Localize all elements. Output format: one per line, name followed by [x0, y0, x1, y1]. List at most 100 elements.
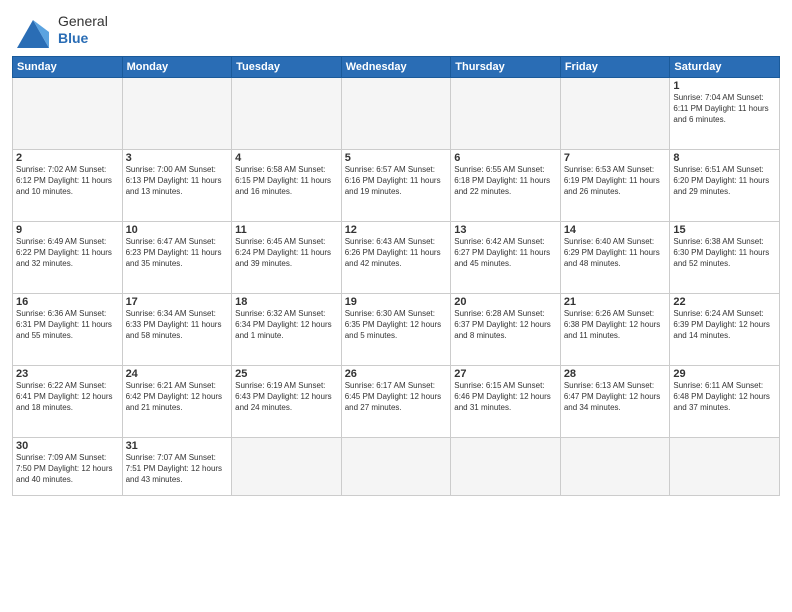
day-info: Sunrise: 6:58 AM Sunset: 6:15 PM Dayligh… [235, 165, 338, 197]
calendar-cell: 25Sunrise: 6:19 AM Sunset: 6:43 PM Dayli… [232, 366, 342, 438]
weekday-monday: Monday [122, 57, 232, 78]
day-number: 17 [126, 296, 229, 308]
weekday-wednesday: Wednesday [341, 57, 451, 78]
calendar-cell [560, 78, 670, 150]
calendar-cell [451, 438, 561, 496]
day-info: Sunrise: 6:36 AM Sunset: 6:31 PM Dayligh… [16, 309, 119, 341]
generalblue-icon [12, 10, 54, 50]
calendar-cell: 29Sunrise: 6:11 AM Sunset: 6:48 PM Dayli… [670, 366, 780, 438]
weekday-thursday: Thursday [451, 57, 561, 78]
day-number: 4 [235, 152, 338, 164]
calendar-cell: 5Sunrise: 6:57 AM Sunset: 6:16 PM Daylig… [341, 150, 451, 222]
day-number: 29 [673, 368, 776, 380]
calendar-cell: 19Sunrise: 6:30 AM Sunset: 6:35 PM Dayli… [341, 294, 451, 366]
day-info: Sunrise: 6:32 AM Sunset: 6:34 PM Dayligh… [235, 309, 338, 341]
calendar-cell: 2Sunrise: 7:02 AM Sunset: 6:12 PM Daylig… [13, 150, 123, 222]
weekday-saturday: Saturday [670, 57, 780, 78]
day-number: 2 [16, 152, 119, 164]
day-info: Sunrise: 6:34 AM Sunset: 6:33 PM Dayligh… [126, 309, 229, 341]
day-info: Sunrise: 7:09 AM Sunset: 7:50 PM Dayligh… [16, 453, 119, 485]
day-info: Sunrise: 6:53 AM Sunset: 6:19 PM Dayligh… [564, 165, 667, 197]
calendar-week-row: 30Sunrise: 7:09 AM Sunset: 7:50 PM Dayli… [13, 438, 780, 496]
calendar-week-row: 16Sunrise: 6:36 AM Sunset: 6:31 PM Dayli… [13, 294, 780, 366]
day-info: Sunrise: 6:24 AM Sunset: 6:39 PM Dayligh… [673, 309, 776, 341]
day-info: Sunrise: 6:30 AM Sunset: 6:35 PM Dayligh… [345, 309, 448, 341]
day-number: 16 [16, 296, 119, 308]
calendar-cell: 28Sunrise: 6:13 AM Sunset: 6:47 PM Dayli… [560, 366, 670, 438]
calendar-cell: 18Sunrise: 6:32 AM Sunset: 6:34 PM Dayli… [232, 294, 342, 366]
day-number: 9 [16, 224, 119, 236]
day-number: 24 [126, 368, 229, 380]
calendar-cell [670, 438, 780, 496]
calendar-cell: 20Sunrise: 6:28 AM Sunset: 6:37 PM Dayli… [451, 294, 561, 366]
day-number: 11 [235, 224, 338, 236]
calendar-cell: 12Sunrise: 6:43 AM Sunset: 6:26 PM Dayli… [341, 222, 451, 294]
calendar-cell: 6Sunrise: 6:55 AM Sunset: 6:18 PM Daylig… [451, 150, 561, 222]
calendar-cell: 23Sunrise: 6:22 AM Sunset: 6:41 PM Dayli… [13, 366, 123, 438]
calendar-cell: 17Sunrise: 6:34 AM Sunset: 6:33 PM Dayli… [122, 294, 232, 366]
day-number: 14 [564, 224, 667, 236]
calendar-cell [232, 438, 342, 496]
day-number: 31 [126, 440, 229, 452]
day-number: 27 [454, 368, 557, 380]
day-info: Sunrise: 6:28 AM Sunset: 6:37 PM Dayligh… [454, 309, 557, 341]
day-info: Sunrise: 6:22 AM Sunset: 6:41 PM Dayligh… [16, 381, 119, 413]
calendar-cell: 14Sunrise: 6:40 AM Sunset: 6:29 PM Dayli… [560, 222, 670, 294]
calendar-cell: 15Sunrise: 6:38 AM Sunset: 6:30 PM Dayli… [670, 222, 780, 294]
calendar-cell: 16Sunrise: 6:36 AM Sunset: 6:31 PM Dayli… [13, 294, 123, 366]
day-info: Sunrise: 6:21 AM Sunset: 6:42 PM Dayligh… [126, 381, 229, 413]
calendar-cell: 31Sunrise: 7:07 AM Sunset: 7:51 PM Dayli… [122, 438, 232, 496]
weekday-tuesday: Tuesday [232, 57, 342, 78]
calendar-cell [341, 438, 451, 496]
day-info: Sunrise: 6:55 AM Sunset: 6:18 PM Dayligh… [454, 165, 557, 197]
calendar-cell: 22Sunrise: 6:24 AM Sunset: 6:39 PM Dayli… [670, 294, 780, 366]
calendar-cell: 7Sunrise: 6:53 AM Sunset: 6:19 PM Daylig… [560, 150, 670, 222]
logo-general: General [58, 13, 108, 30]
calendar-cell [13, 78, 123, 150]
calendar-cell: 1Sunrise: 7:04 AM Sunset: 6:11 PM Daylig… [670, 78, 780, 150]
day-info: Sunrise: 6:40 AM Sunset: 6:29 PM Dayligh… [564, 237, 667, 269]
calendar-cell: 21Sunrise: 6:26 AM Sunset: 6:38 PM Dayli… [560, 294, 670, 366]
weekday-sunday: Sunday [13, 57, 123, 78]
day-number: 25 [235, 368, 338, 380]
day-info: Sunrise: 7:00 AM Sunset: 6:13 PM Dayligh… [126, 165, 229, 197]
calendar-cell: 9Sunrise: 6:49 AM Sunset: 6:22 PM Daylig… [13, 222, 123, 294]
day-number: 21 [564, 296, 667, 308]
day-number: 6 [454, 152, 557, 164]
calendar-week-row: 9Sunrise: 6:49 AM Sunset: 6:22 PM Daylig… [13, 222, 780, 294]
day-number: 19 [345, 296, 448, 308]
day-info: Sunrise: 6:43 AM Sunset: 6:26 PM Dayligh… [345, 237, 448, 269]
day-info: Sunrise: 6:45 AM Sunset: 6:24 PM Dayligh… [235, 237, 338, 269]
calendar-cell [232, 78, 342, 150]
calendar-cell [122, 78, 232, 150]
calendar-week-row: 23Sunrise: 6:22 AM Sunset: 6:41 PM Dayli… [13, 366, 780, 438]
day-number: 3 [126, 152, 229, 164]
calendar-cell: 30Sunrise: 7:09 AM Sunset: 7:50 PM Dayli… [13, 438, 123, 496]
day-info: Sunrise: 7:02 AM Sunset: 6:12 PM Dayligh… [16, 165, 119, 197]
day-info: Sunrise: 7:04 AM Sunset: 6:11 PM Dayligh… [673, 93, 776, 125]
day-info: Sunrise: 6:47 AM Sunset: 6:23 PM Dayligh… [126, 237, 229, 269]
day-number: 28 [564, 368, 667, 380]
calendar-week-row: 2Sunrise: 7:02 AM Sunset: 6:12 PM Daylig… [13, 150, 780, 222]
day-number: 22 [673, 296, 776, 308]
weekday-friday: Friday [560, 57, 670, 78]
day-number: 8 [673, 152, 776, 164]
header: GeneralBlue [12, 10, 780, 50]
calendar-cell: 8Sunrise: 6:51 AM Sunset: 6:20 PM Daylig… [670, 150, 780, 222]
day-info: Sunrise: 6:26 AM Sunset: 6:38 PM Dayligh… [564, 309, 667, 341]
day-number: 23 [16, 368, 119, 380]
day-info: Sunrise: 6:11 AM Sunset: 6:48 PM Dayligh… [673, 381, 776, 413]
calendar-cell: 24Sunrise: 6:21 AM Sunset: 6:42 PM Dayli… [122, 366, 232, 438]
calendar-cell: 4Sunrise: 6:58 AM Sunset: 6:15 PM Daylig… [232, 150, 342, 222]
calendar-week-row: 1Sunrise: 7:04 AM Sunset: 6:11 PM Daylig… [13, 78, 780, 150]
day-number: 12 [345, 224, 448, 236]
day-number: 15 [673, 224, 776, 236]
day-number: 18 [235, 296, 338, 308]
calendar-cell: 11Sunrise: 6:45 AM Sunset: 6:24 PM Dayli… [232, 222, 342, 294]
calendar-cell: 3Sunrise: 7:00 AM Sunset: 6:13 PM Daylig… [122, 150, 232, 222]
calendar-cell [451, 78, 561, 150]
page: GeneralBlue SundayMondayTuesdayWednesday… [0, 0, 792, 612]
day-info: Sunrise: 6:49 AM Sunset: 6:22 PM Dayligh… [16, 237, 119, 269]
day-info: Sunrise: 6:51 AM Sunset: 6:20 PM Dayligh… [673, 165, 776, 197]
day-number: 13 [454, 224, 557, 236]
